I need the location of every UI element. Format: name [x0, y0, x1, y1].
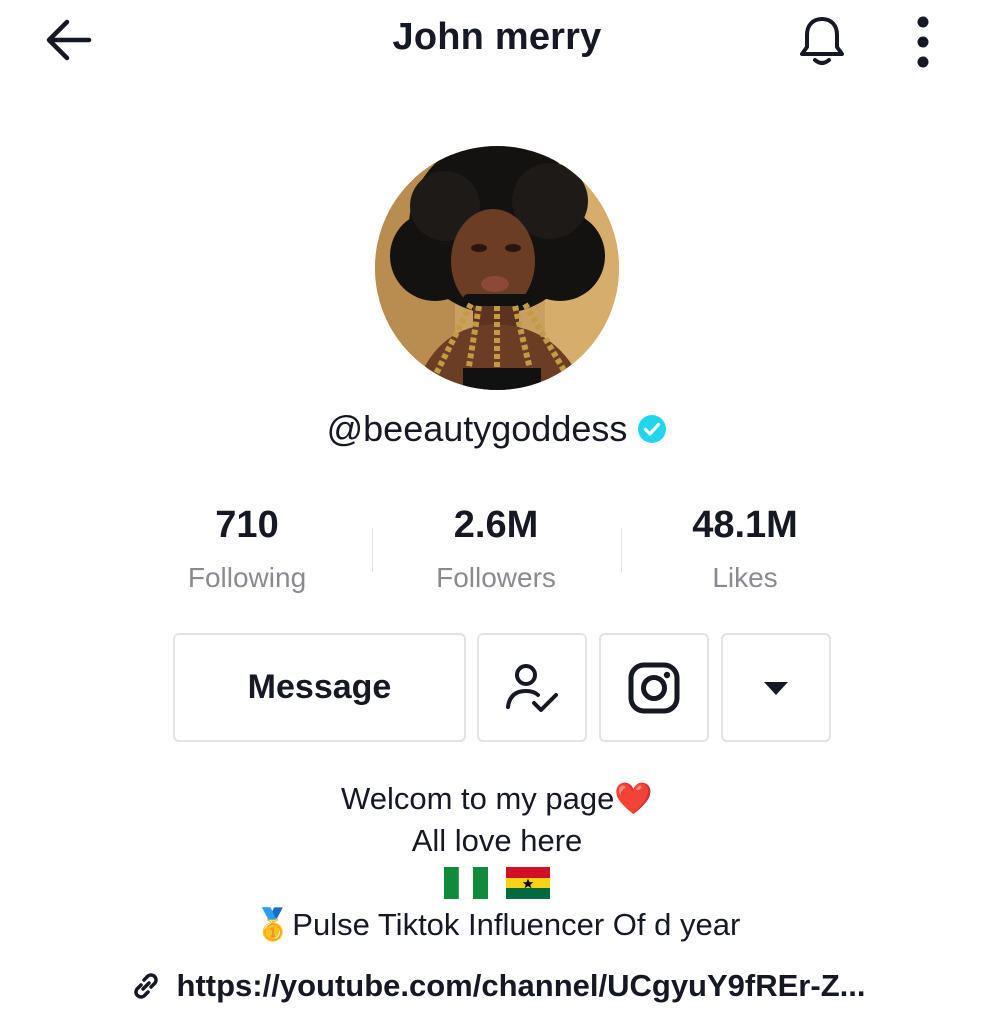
- link-icon: [133, 973, 158, 999]
- stat-value: 2.6M: [453, 504, 539, 546]
- handle-row: @beeautygoddess: [0, 408, 994, 450]
- profile-link[interactable]: https://youtube.com/channel/UCgyuY9fREr-…: [0, 968, 994, 1004]
- stat-label: Likes: [712, 562, 778, 593]
- more-options-button[interactable]: [900, 12, 946, 72]
- bio-line: 🥇Pulse Tiktok Influencer Of d year: [253, 907, 741, 942]
- stat-followers[interactable]: 2.6M Followers: [372, 500, 620, 594]
- bio-line: Welcom to my page❤️: [341, 781, 653, 816]
- stat-following[interactable]: 710 Following: [123, 500, 371, 594]
- stat-divider: [372, 528, 373, 572]
- bell-icon: [800, 17, 844, 65]
- profile-link-text[interactable]: https://youtube.com/channel/UCgyuY9fREr-…: [177, 968, 866, 1004]
- vertical-dots-icon: [917, 16, 929, 68]
- stat-divider: [621, 528, 622, 572]
- avatar-image: [375, 146, 619, 390]
- bio: Welcom to my page❤️ All love here 🥇Pulse…: [0, 778, 994, 946]
- notification-bell-button[interactable]: [790, 12, 854, 72]
- bio-line: All love here: [411, 823, 583, 858]
- avatar[interactable]: [375, 146, 619, 390]
- ghana-flag-icon: [506, 867, 550, 899]
- bio-flags: [0, 862, 994, 904]
- following-button[interactable]: [477, 633, 587, 742]
- top-bar: John merry: [0, 0, 994, 80]
- verified-badge-icon: [638, 415, 667, 443]
- user-check-icon: [506, 663, 558, 712]
- message-button[interactable]: Message: [173, 633, 466, 742]
- caret-down-icon: [764, 681, 788, 695]
- dropdown-button[interactable]: [721, 633, 831, 742]
- nigeria-flag-icon: [444, 867, 488, 899]
- stat-label: Followers: [436, 562, 556, 593]
- instagram-button[interactable]: [599, 633, 709, 742]
- instagram-icon: [628, 662, 680, 713]
- stat-label: Following: [187, 562, 307, 593]
- stat-value: 710: [215, 504, 279, 546]
- stat-value: 48.1M: [692, 504, 798, 546]
- username-handle: @beeautygoddess: [326, 408, 628, 449]
- stat-likes[interactable]: 48.1M Likes: [621, 500, 869, 594]
- stats-bar: 710 Following 2.6M Followers 48.1M Likes: [0, 500, 994, 610]
